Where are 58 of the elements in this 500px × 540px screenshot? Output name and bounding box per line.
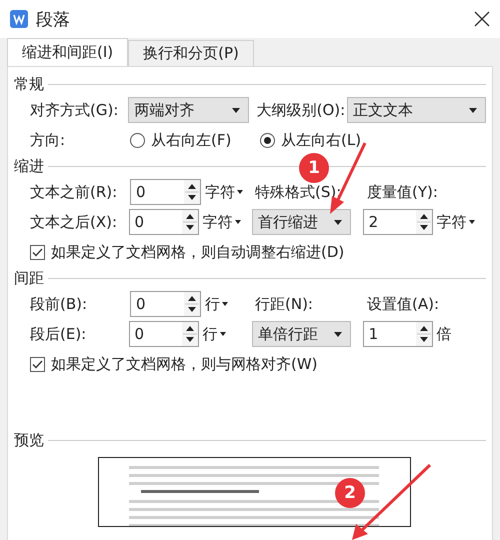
spinner-icon[interactable] xyxy=(416,210,432,234)
unit-label: 字符 xyxy=(202,212,233,232)
unit-label: 行 xyxy=(202,324,218,344)
caret-icon[interactable] xyxy=(220,332,226,336)
radio-button[interactable] xyxy=(260,132,275,148)
number-field[interactable]: 1 xyxy=(362,321,433,347)
checkbox-label: 如果定义了文档网格，则自动调整右缩进(D) xyxy=(51,242,344,262)
field-label: 方向: xyxy=(30,130,66,150)
tab[interactable]: 换行和分页(P) xyxy=(128,40,254,66)
number-field[interactable]: 0 xyxy=(130,179,201,205)
dropdown[interactable]: 单倍行距 xyxy=(252,321,351,347)
field-label: 对齐方式(G): xyxy=(30,100,120,120)
checkbox[interactable] xyxy=(30,244,45,260)
number-field[interactable]: 0 xyxy=(130,291,201,317)
caret-icon[interactable] xyxy=(237,190,243,194)
unit-label: 字符 xyxy=(205,182,235,202)
number-field[interactable]: 2 xyxy=(362,209,433,235)
unit-label: 行 xyxy=(205,294,220,314)
field-label: 设置值(A): xyxy=(367,294,440,314)
field-label: 大纲级别(O): xyxy=(256,100,346,120)
checkbox[interactable] xyxy=(30,356,45,372)
number-field[interactable]: 0 xyxy=(128,321,199,347)
spinner-icon[interactable] xyxy=(182,322,198,346)
dropdown[interactable]: 两端对齐 xyxy=(128,97,249,123)
caret-icon[interactable] xyxy=(334,332,342,336)
section-title: 间距 xyxy=(14,268,44,288)
caret-icon[interactable] xyxy=(232,108,240,112)
caret-icon[interactable] xyxy=(334,220,342,224)
caret-icon[interactable] xyxy=(468,220,475,224)
field-label: 段后(E): xyxy=(30,324,88,344)
caret-icon[interactable] xyxy=(469,108,477,112)
window-title: 段落 xyxy=(36,8,71,30)
radio-label: 从左向右(L) xyxy=(281,130,362,150)
dropdown[interactable]: 首行缩进 xyxy=(252,209,351,235)
number-field[interactable]: 0 xyxy=(128,209,199,235)
checkbox-label: 如果定义了文档网格，则与网格对齐(W) xyxy=(51,354,318,374)
radio-button[interactable] xyxy=(130,132,145,148)
close-icon[interactable] xyxy=(474,11,490,27)
dropdown[interactable]: 正文文本 xyxy=(347,97,486,123)
tab[interactable]: 缩进和间距(I) xyxy=(7,38,128,66)
field-label: 段前(B): xyxy=(30,294,88,314)
unit-label: 字符 xyxy=(436,212,467,232)
spinner-icon[interactable] xyxy=(182,210,198,234)
unit-label: 倍 xyxy=(436,324,452,344)
app-icon xyxy=(10,10,28,28)
field-label: 文本之前(R): xyxy=(30,182,118,202)
caret-icon[interactable] xyxy=(222,302,228,306)
section-title: 预览 xyxy=(14,430,44,450)
radio-label: 从右向左(F) xyxy=(151,130,232,150)
spinner-icon[interactable] xyxy=(184,180,200,204)
section-title: 常规 xyxy=(14,74,44,94)
section-title: 缩进 xyxy=(14,156,44,176)
caret-icon[interactable] xyxy=(234,220,241,224)
field-label: 行距(N): xyxy=(255,294,314,314)
field-label: 文本之后(X): xyxy=(30,212,118,232)
spinner-icon[interactable] xyxy=(416,322,432,346)
field-label: 度量值(Y): xyxy=(367,182,438,202)
spinner-icon[interactable] xyxy=(184,292,200,316)
